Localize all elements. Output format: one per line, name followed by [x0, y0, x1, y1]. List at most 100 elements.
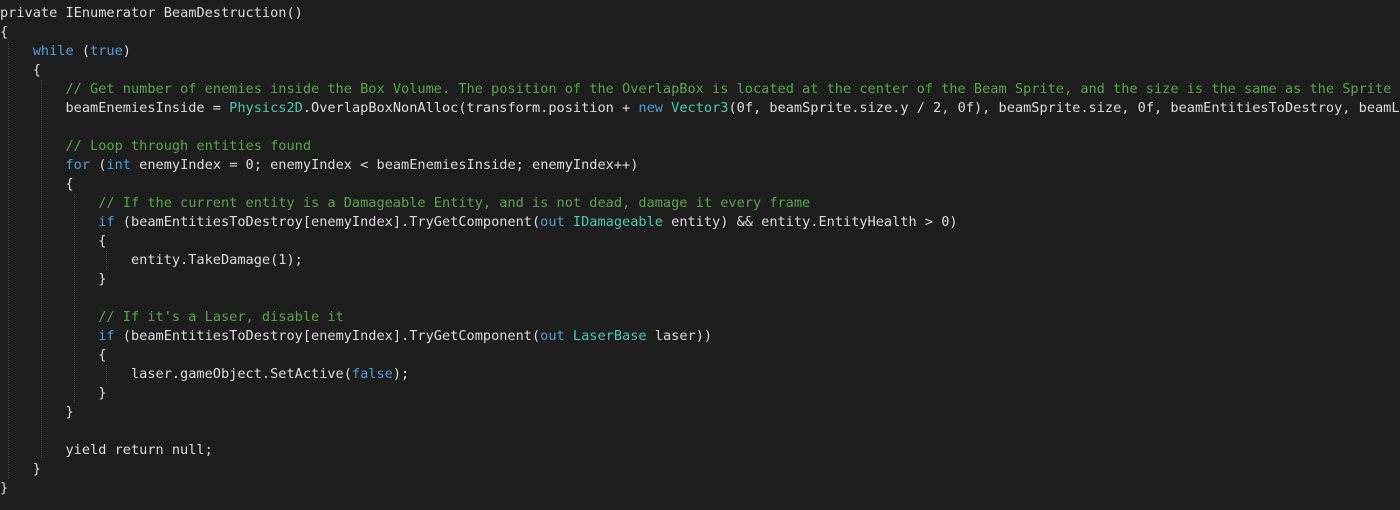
code-token: { — [0, 24, 9, 40]
code-token: Vector3 — [671, 100, 729, 116]
code-line[interactable]: // If the current entity is a Damageable… — [0, 194, 1400, 213]
code-token: ( — [73, 43, 91, 59]
code-token: (beamEntitiesToDestroy[enemyIndex].TryGe… — [114, 328, 541, 344]
code-token: LaserBase — [572, 328, 647, 344]
code-line[interactable]: // If it's a Laser, disable it — [0, 308, 1400, 327]
code-token: yield return null; — [65, 442, 213, 458]
code-line[interactable]: // Get number of enemies inside the Box … — [0, 80, 1400, 99]
code-line[interactable]: { — [0, 232, 1400, 251]
code-line[interactable]: for (int enemyIndex = 0; enemyIndex < be… — [0, 156, 1400, 175]
code-line[interactable]: } — [0, 403, 1400, 422]
code-token: entity.TakeDamage(1); — [130, 252, 303, 268]
code-token: if — [98, 328, 115, 344]
code-token: Physics2D — [229, 100, 303, 116]
code-token: // Loop through entities found — [65, 138, 312, 154]
code-line[interactable]: { — [0, 23, 1400, 42]
code-token: } — [0, 480, 9, 496]
code-token: ( — [90, 157, 107, 173]
code-token: } — [65, 404, 74, 420]
code-token: (beamEntitiesToDestroy[enemyIndex].TryGe… — [114, 214, 541, 230]
code-line[interactable]: } — [0, 384, 1400, 403]
code-line[interactable]: } — [0, 460, 1400, 479]
code-token: if — [98, 214, 115, 230]
code-token: false — [351, 366, 393, 382]
indent-guide — [8, 42, 9, 479]
code-token: while — [32, 43, 74, 59]
code-token: laser.gameObject.SetActive( — [130, 366, 352, 382]
code-token: BeamDestruction() — [163, 5, 303, 21]
code-token: new — [638, 100, 663, 116]
code-token: true — [90, 43, 123, 59]
code-line[interactable]: { — [0, 61, 1400, 80]
code-token: IDamageable — [572, 214, 663, 230]
code-line[interactable] — [0, 422, 1400, 441]
code-token: .OverlapBoxNonAlloc(transform.position + — [302, 100, 639, 116]
code-line[interactable]: while (true) — [0, 42, 1400, 61]
indent-guide — [106, 365, 107, 384]
code-token: { — [32, 62, 41, 78]
code-line[interactable]: entity.TakeDamage(1); — [0, 251, 1400, 270]
code-token: int — [106, 157, 131, 173]
code-line[interactable]: } — [0, 270, 1400, 289]
code-token: ); — [392, 366, 410, 382]
indent-guide — [106, 251, 107, 270]
code-token: private — [0, 5, 66, 21]
code-token: } — [98, 271, 107, 287]
code-token: beamEnemiesInside = — [65, 100, 230, 116]
code-token: laser)) — [646, 328, 713, 344]
code-token: (0f, beamSprite.size.y / 2, 0f), beamSpr… — [728, 100, 1400, 116]
code-line[interactable]: beamEnemiesInside = Physics2D.OverlapBox… — [0, 99, 1400, 118]
code-line[interactable]: laser.gameObject.SetActive(false); — [0, 365, 1400, 384]
code-content[interactable]: private IEnumerator BeamDestruction(){ w… — [0, 4, 1400, 498]
code-token: entity) && entity.EntityHealth > 0) — [662, 214, 958, 230]
code-line[interactable] — [0, 289, 1400, 308]
code-line[interactable]: { — [0, 346, 1400, 365]
code-token: IEnumerator — [65, 5, 164, 21]
code-line[interactable] — [0, 118, 1400, 137]
code-line[interactable]: { — [0, 175, 1400, 194]
code-token: { — [65, 176, 74, 192]
indent-guide — [41, 80, 42, 460]
code-line[interactable]: yield return null; — [0, 441, 1400, 460]
code-token: // Get number of enemies inside the Box … — [65, 81, 1392, 97]
code-token: { — [98, 347, 107, 363]
code-token: // If it's a Laser, disable it — [98, 309, 344, 325]
code-token: for — [65, 157, 91, 173]
code-token: enemyIndex = 0; enemyIndex < beamEnemies… — [130, 157, 639, 173]
code-line[interactable]: if (beamEntitiesToDestroy[enemyIndex].Tr… — [0, 213, 1400, 232]
code-line[interactable]: private IEnumerator BeamDestruction() — [0, 4, 1400, 23]
code-editor[interactable]: private IEnumerator BeamDestruction(){ w… — [0, 0, 1400, 510]
indent-guide — [74, 194, 75, 403]
code-line[interactable]: } — [0, 479, 1400, 498]
code-token: { — [98, 233, 107, 249]
code-line[interactable]: // Loop through entities found — [0, 137, 1400, 156]
code-token: out — [540, 214, 565, 230]
code-token: ) — [122, 43, 131, 59]
code-token: } — [98, 385, 107, 401]
code-line[interactable]: if (beamEntitiesToDestroy[enemyIndex].Tr… — [0, 327, 1400, 346]
code-token: // If the current entity is a Damageable… — [98, 195, 811, 211]
code-token: out — [540, 328, 565, 344]
